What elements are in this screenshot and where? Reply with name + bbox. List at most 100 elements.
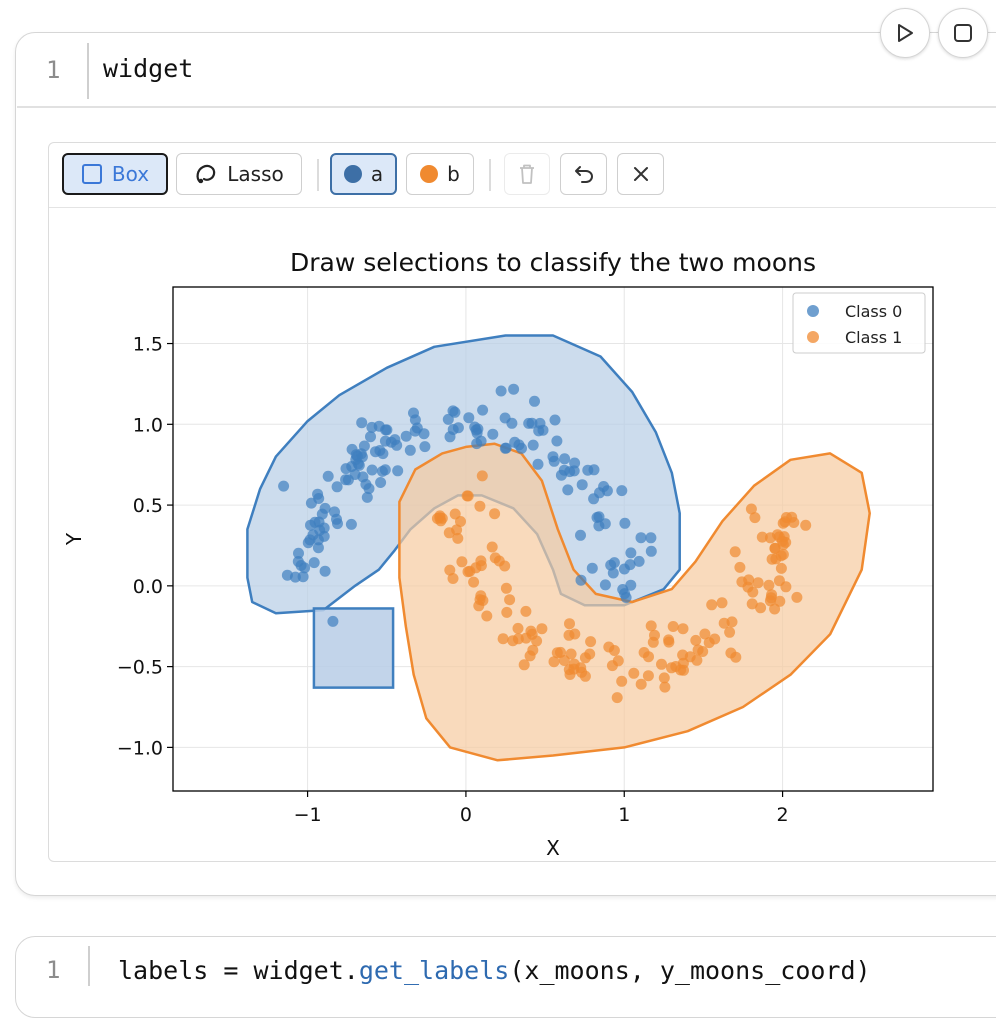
data-point-class-1: [585, 636, 597, 648]
data-point-class-0: [376, 465, 388, 477]
data-point-class-1: [584, 648, 596, 660]
data-point-class-0: [532, 458, 544, 470]
data-point-class-1: [690, 634, 702, 646]
data-point-class-0: [293, 547, 304, 559]
data-point-class-0: [331, 481, 343, 493]
code-editor[interactable]: widget: [103, 54, 193, 83]
data-point-class-0: [495, 385, 507, 397]
data-point-class-0: [645, 532, 657, 544]
data-point-class-0: [472, 423, 484, 435]
data-point-class-0: [299, 562, 311, 574]
data-point-class-1: [486, 541, 498, 553]
x-tick-label: 2: [777, 804, 789, 826]
data-point-class-1: [512, 633, 524, 645]
data-point-class-0: [327, 615, 339, 627]
data-point-class-1: [642, 670, 654, 682]
y-tick-label: 1.5: [133, 334, 163, 356]
data-point-class-1: [769, 603, 781, 615]
data-point-class-1: [462, 490, 474, 502]
chart-title: Draw selections to classify the two moon…: [290, 248, 816, 277]
data-point-class-0: [375, 477, 387, 488]
data-point-class-0: [568, 465, 580, 477]
data-point-class-0: [599, 579, 611, 591]
data-point-class-1: [499, 560, 511, 572]
data-point-class-1: [548, 656, 560, 668]
data-point-class-1: [743, 574, 755, 586]
run-cell-button[interactable]: [880, 8, 930, 58]
data-point-class-0: [551, 435, 563, 447]
data-point-class-1: [749, 512, 761, 524]
data-point-class-0: [404, 444, 416, 456]
data-point-class-0: [319, 565, 331, 577]
data-point-class-1: [616, 675, 628, 687]
data-point-class-0: [575, 574, 587, 586]
data-point-class-1: [734, 561, 746, 573]
data-point-class-0: [302, 537, 314, 549]
data-point-class-1: [772, 529, 783, 541]
data-point-class-1: [449, 508, 461, 520]
data-point-class-1: [699, 628, 711, 640]
data-point-class-1: [666, 662, 677, 674]
data-point-class-1: [504, 594, 516, 606]
data-point-class-0: [447, 424, 459, 435]
data-point-class-0: [477, 404, 489, 416]
next-code-editor[interactable]: labels = widget.get_labels(x_moons, y_mo…: [118, 956, 871, 985]
data-point-class-1: [470, 562, 482, 574]
code-prefix: labels = widget.: [118, 956, 359, 985]
data-point-class-1: [444, 564, 456, 576]
data-point-class-0: [409, 425, 421, 437]
data-point-class-0: [562, 484, 574, 496]
data-point-class-1: [780, 512, 792, 523]
data-point-class-1: [555, 646, 566, 658]
x-axis-label: X: [546, 836, 560, 859]
data-point-class-1: [777, 539, 789, 551]
data-point-class-1: [756, 531, 768, 543]
x-tick-label: 0: [460, 804, 472, 826]
data-point-class-1: [628, 667, 640, 679]
data-point-class-0: [345, 518, 357, 530]
data-point-class-1: [716, 597, 728, 609]
box-selection-class-a[interactable]: [312, 607, 395, 689]
data-point-class-0: [635, 532, 647, 544]
data-point-class-0: [305, 519, 316, 531]
stop-cell-button[interactable]: [938, 8, 988, 58]
data-point-class-1: [518, 659, 530, 671]
data-point-class-1: [477, 595, 489, 606]
output-divider: [17, 106, 996, 108]
data-point-class-0: [308, 557, 320, 569]
data-point-class-1: [608, 645, 620, 656]
data-point-class-0: [487, 428, 499, 440]
data-point-class-1: [564, 618, 575, 630]
data-point-class-1: [752, 577, 764, 589]
data-point-class-0: [588, 464, 600, 476]
legend: Class 0 Class 1: [792, 292, 926, 354]
data-point-class-1: [635, 678, 647, 690]
y-tick-label: 1.0: [133, 414, 163, 436]
data-point-class-0: [508, 383, 520, 395]
data-point-class-1: [775, 562, 787, 574]
data-point-class-1: [611, 692, 623, 704]
data-point-class-0: [516, 442, 527, 454]
data-point-class-0: [318, 530, 330, 542]
y-tick-label: 0.5: [133, 495, 163, 517]
y-tick-label: 0.0: [133, 576, 163, 598]
data-point-class-1: [431, 513, 443, 524]
data-point-class-0: [361, 491, 373, 503]
legend-marker-class-1: [807, 331, 819, 343]
data-point-class-0: [619, 517, 631, 529]
data-point-class-1: [747, 586, 759, 598]
data-point-class-1: [729, 546, 741, 558]
data-point-class-0: [463, 412, 475, 424]
data-point-class-0: [586, 562, 598, 574]
data-point-class-0: [625, 547, 637, 559]
data-point-class-1: [697, 646, 709, 657]
data-point-class-0: [558, 464, 570, 476]
y-axis-label: Y: [62, 532, 86, 546]
next-code-gutter: [88, 946, 90, 986]
data-point-class-0: [625, 579, 637, 591]
scatter-plot[interactable]: −1 0 1 2 −1.0 −0.5 0.0 0.5 1.0 1.5 Draw selection…: [49, 143, 996, 859]
data-point-class-1: [645, 620, 657, 632]
data-point-class-0: [365, 431, 376, 443]
data-point-class-1: [763, 579, 775, 591]
data-point-class-0: [447, 405, 459, 417]
